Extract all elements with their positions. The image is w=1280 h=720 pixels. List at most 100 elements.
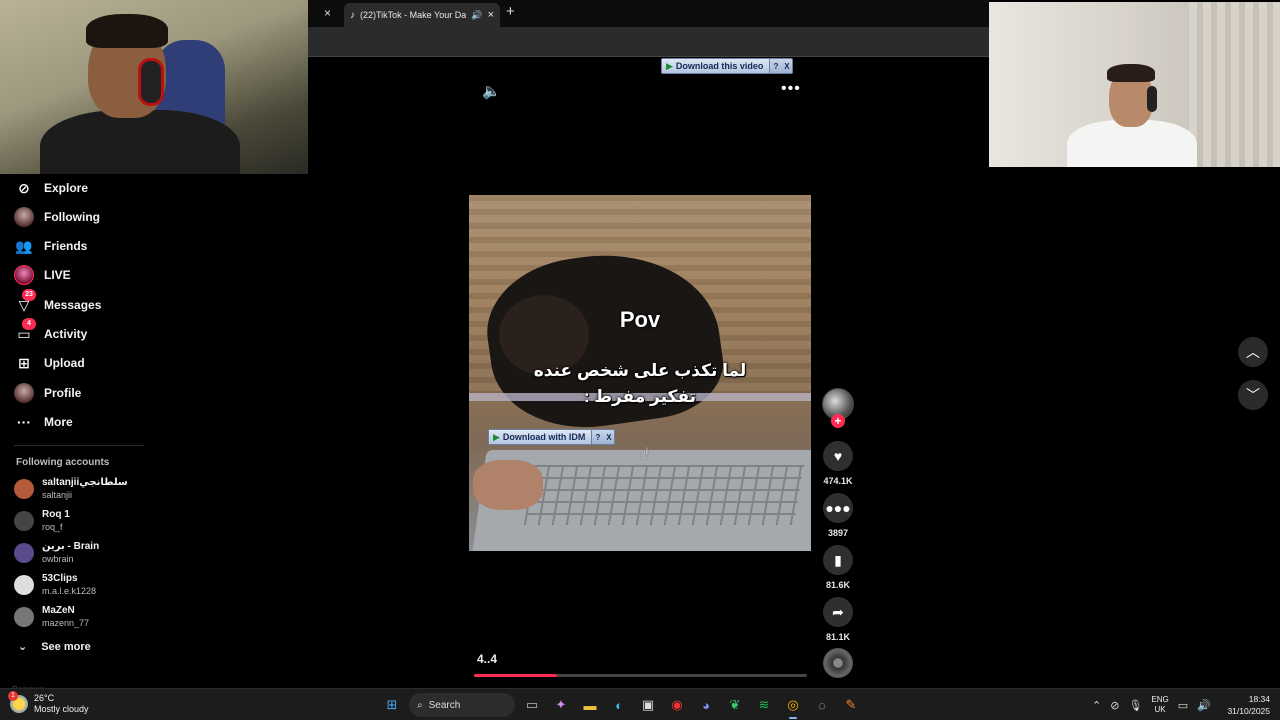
sidebar-item-friends[interactable]: 👥 Friends <box>14 235 87 257</box>
comment-count: 3897 <box>827 528 849 538</box>
browser-toolbar <box>308 27 989 57</box>
edge-icon[interactable]: ◐ <box>607 693 631 717</box>
clock-time: 18:34 <box>1248 694 1270 704</box>
volume-icon[interactable]: 🔊 <box>1197 699 1211 712</box>
windows-start-icon[interactable]: ⊞ <box>380 693 404 717</box>
sidebar-item-upload[interactable]: ⊞ Upload <box>14 352 85 374</box>
following-account[interactable]: saltanjiiسلطانجي saltanjii <box>14 477 128 501</box>
music-disc-icon[interactable] <box>823 648 853 678</box>
copilot-icon[interactable]: ✦ <box>549 693 573 717</box>
sidebar-item-profile[interactable]: Profile <box>14 382 81 404</box>
idm-download-with-button[interactable]: ▶ Download with IDM <box>489 430 593 444</box>
system-tray: ⌃ ⊘ 🎙 ENG UK ▭ 🔊 <box>1092 695 1211 715</box>
idm-download-bar: ▶ Download this video ? X <box>661 58 794 74</box>
record-app-icon[interactable]: ◉ <box>665 693 689 717</box>
previous-video-button[interactable]: ︿ <box>1238 337 1268 367</box>
sidebar-item-more[interactable]: ··· More <box>14 411 73 433</box>
account-handle: mazenn_77 <box>42 618 90 628</box>
live-icon <box>14 265 34 285</box>
sidebar-item-explore[interactable]: ⊘ Explore <box>14 177 88 199</box>
idm-help-button[interactable]: ? <box>770 62 781 71</box>
language-code: ENG <box>1151 695 1169 704</box>
comment-button[interactable]: ●●● <box>823 493 853 523</box>
comment-icon: ●●● <box>825 500 851 516</box>
guest-hair <box>1107 64 1155 82</box>
close-tab-icon[interactable]: × <box>488 9 494 21</box>
sidebar-item-following[interactable]: Following <box>14 206 100 228</box>
store-icon[interactable]: ▣ <box>636 693 660 717</box>
account-name: 53Clips <box>42 573 78 584</box>
new-tab-button[interactable]: + <box>506 3 515 20</box>
save-button[interactable]: ▮ <box>823 545 853 575</box>
sidebar-item-label: Friends <box>44 239 88 253</box>
streamer-hair <box>86 14 168 48</box>
account-name: saltanjiiسلطانجي <box>42 477 128 488</box>
idm-help-button[interactable]: ? <box>592 433 603 442</box>
compass-icon: ⊘ <box>18 179 30 196</box>
microphone-icon[interactable]: 🎙 <box>1128 699 1142 712</box>
webcam-right <box>989 2 1280 167</box>
task-view-icon[interactable]: ▭ <box>520 693 544 717</box>
caption-line: تفكير مفرط : <box>583 387 697 406</box>
curtain <box>1189 2 1280 167</box>
obs-icon[interactable]: ◌ <box>810 693 834 717</box>
tab-title: (22)TikTok - Make Your Day <box>360 10 467 20</box>
sidebar-item-label: Profile <box>44 386 82 400</box>
idm-download-label: Download this video <box>675 61 764 71</box>
language-indicator[interactable]: ENG UK <box>1151 695 1168 715</box>
leaf-app-icon[interactable]: ❦ <box>723 693 747 717</box>
see-more-label: See more <box>41 640 91 653</box>
display-icon[interactable]: ▭ <box>1178 699 1188 712</box>
file-explorer-icon[interactable]: ▬ <box>578 693 602 717</box>
close-tab-icon[interactable]: × <box>324 6 331 20</box>
network-off-icon[interactable]: ⊘ <box>1110 699 1119 712</box>
idm-video-bar: ▶ Download with IDM ? X <box>488 429 616 445</box>
share-button[interactable]: ➦ <box>823 597 853 627</box>
sidebar-item-label: Messages <box>44 298 102 312</box>
activity-icon: ▭ 4 <box>14 318 36 344</box>
chevron-up-icon: ︿ <box>1246 344 1260 360</box>
like-count: 474.1K <box>823 476 853 486</box>
weather-temp: 26°C <box>34 693 55 703</box>
taskbar-search[interactable]: ⌕ Search <box>409 693 515 717</box>
video-progress-fill <box>474 674 558 677</box>
chrome-icon[interactable]: ◎ <box>781 693 805 719</box>
volume-icon[interactable]: 🔈 <box>482 82 501 100</box>
more-icon: ··· <box>17 414 31 430</box>
following-account[interactable]: برين - Brain owbrain <box>14 541 99 565</box>
account-avatar <box>14 479 34 499</box>
sidebar-item-messages[interactable]: ▽ 23 Messages <box>14 289 102 316</box>
discord-icon[interactable]: ◕ <box>694 693 718 717</box>
sidebar-item-live[interactable]: LIVE <box>14 264 71 286</box>
chevron-down-icon: ﹀ <box>1246 387 1260 403</box>
weather-widget[interactable]: 1 26°C Mostly cloudy <box>8 691 89 715</box>
following-account[interactable]: MaZeN mazenn_77 <box>14 605 89 629</box>
caption-line: لما تكذب على شخص عنده <box>533 361 747 380</box>
sidebar-item-label: Following <box>44 210 100 224</box>
idm-close-button[interactable]: X <box>603 433 614 442</box>
idm-download-button[interactable]: ▶ Download this video <box>662 59 771 73</box>
share-arrow-icon: ➦ <box>832 603 844 620</box>
sidebar-item-activity[interactable]: ▭ 4 Activity <box>14 318 87 345</box>
tab-tiktok[interactable]: ♪ (22)TikTok - Make Your Day 🔊 × <box>344 3 500 27</box>
pen-app-icon[interactable]: ✎ <box>839 693 863 717</box>
idm-close-button[interactable]: X <box>781 62 792 71</box>
sidebar-item-label: Explore <box>44 181 89 195</box>
video-progress-bar[interactable] <box>474 674 807 677</box>
taskbar-clock[interactable]: 18:34 31/10/2025 <box>1218 693 1270 717</box>
browser-tab-bar: × ♪ (22)TikTok - Make Your Day 🔊 × + <box>308 0 989 27</box>
chevron-up-icon[interactable]: ⌃ <box>1092 699 1101 712</box>
video-player[interactable]: Pov لما تكذب على شخص عنده تفكير مفرط : <box>469 195 811 551</box>
speaker-icon[interactable]: 🔊 <box>471 10 482 21</box>
following-account[interactable]: Roq 1 roq_f <box>14 509 70 533</box>
follow-plus-icon[interactable]: + <box>831 414 845 428</box>
spotify-icon[interactable]: ≋ <box>752 693 776 717</box>
account-handle: owbrain <box>42 554 74 564</box>
account-name: برين - Brain <box>42 541 100 552</box>
see-more-button[interactable]: ⌄ See more <box>18 640 91 654</box>
following-account[interactable]: 53Clips m.a.l.e.k1228 <box>14 573 96 597</box>
next-video-button[interactable]: ﹀ <box>1238 380 1268 410</box>
like-button[interactable]: ♥ <box>823 441 853 471</box>
more-options-icon[interactable]: ••• <box>781 80 801 98</box>
video-hand <box>473 460 543 510</box>
